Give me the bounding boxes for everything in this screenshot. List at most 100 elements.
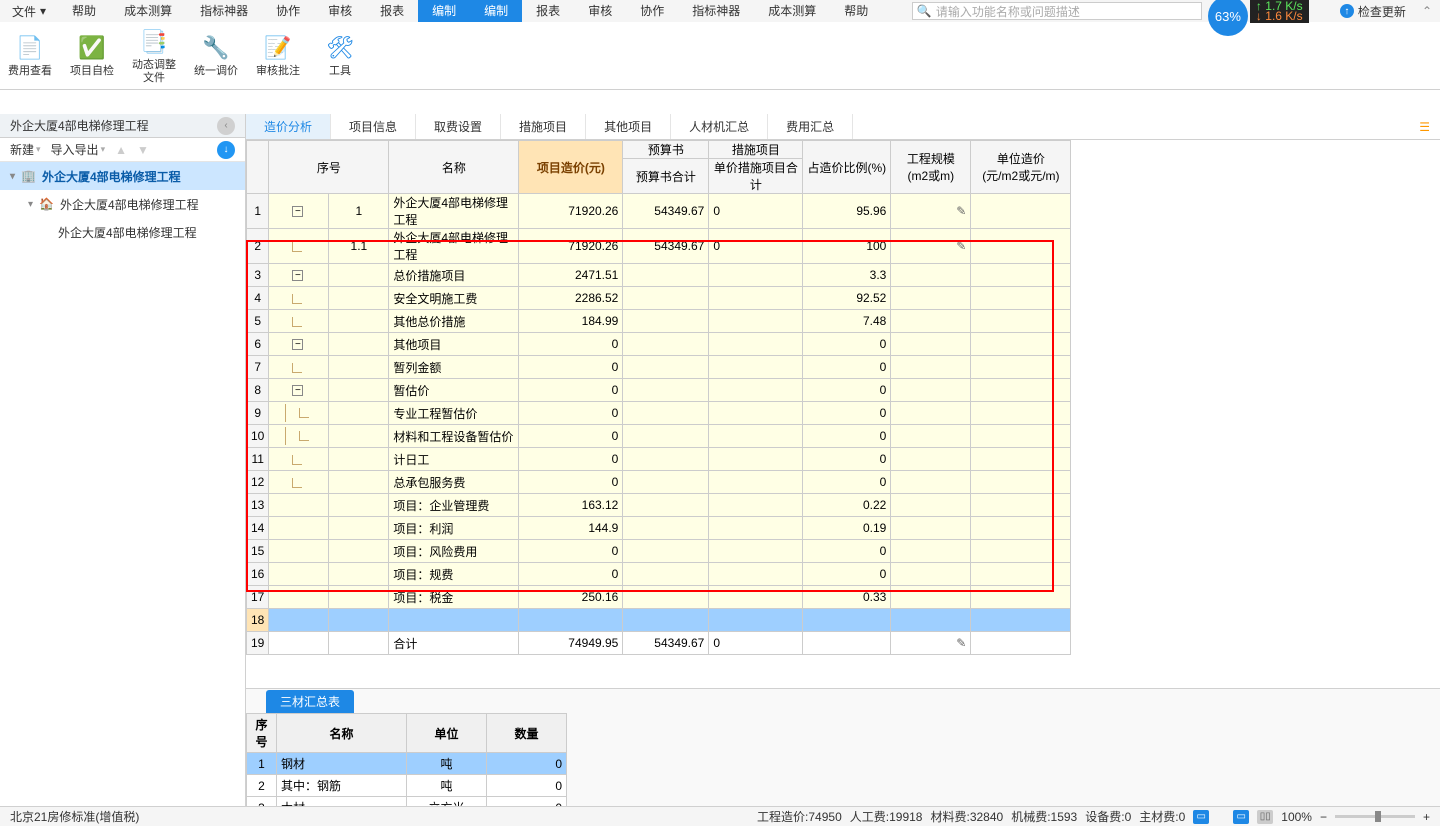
tree-toggle[interactable]: −	[292, 385, 303, 396]
ribbon-4[interactable]: 📝审核批注	[256, 33, 300, 78]
grid-row-13[interactable]: 13项目：企业管理费163.120.22	[247, 494, 1071, 517]
tree-cell	[269, 609, 329, 632]
gm-cell[interactable]	[891, 356, 971, 379]
gm-cell[interactable]	[891, 379, 971, 402]
grid-row-16[interactable]: 16项目：规费00	[247, 563, 1071, 586]
ribbon-2[interactable]: 📑动态调整文件	[132, 27, 176, 85]
menu-0[interactable]: 编制	[470, 0, 522, 22]
ribbon-0[interactable]: 📄费用查看	[8, 33, 52, 78]
zoom-out[interactable]: −	[1320, 810, 1327, 824]
tab-5[interactable]: 人材机汇总	[671, 114, 768, 139]
tab-4[interactable]: 其他项目	[586, 114, 671, 139]
grid-row-7[interactable]: 7暂列金额00	[247, 356, 1071, 379]
gm-cell[interactable]	[891, 494, 971, 517]
edit-icon[interactable]: ✎	[956, 204, 966, 218]
grid-row-8[interactable]: 8−暂估价00	[247, 379, 1071, 402]
menu-审核[interactable]: 审核	[314, 0, 366, 22]
collapse-ribbon-button[interactable]: ⌃	[1414, 4, 1440, 18]
material-row-2[interactable]: 2其中：钢筋吨0	[247, 775, 567, 797]
gm-cell[interactable]	[891, 425, 971, 448]
menu-5[interactable]: 成本测算	[754, 0, 830, 22]
menu-成本测算[interactable]: 成本测算	[110, 0, 186, 22]
grid-row-11[interactable]: 11计日工00	[247, 448, 1071, 471]
menu-4[interactable]: 指标神器	[678, 0, 754, 22]
menu-file[interactable]: 文件▾	[0, 3, 58, 20]
grid-row-15[interactable]: 15项目：风险费用00	[247, 540, 1071, 563]
ribbon-5[interactable]: 🛠工具	[318, 33, 362, 78]
view-icon-3[interactable]: ▯▯	[1257, 810, 1273, 824]
tab-1[interactable]: 项目信息	[331, 114, 416, 139]
tab-2[interactable]: 取费设置	[416, 114, 501, 139]
gm-cell[interactable]	[891, 402, 971, 425]
grid-row-1[interactable]: 1−1外企大厦4部电梯修理工程71920.2654349.67095.96✎	[247, 194, 1071, 229]
grid-row-3[interactable]: 3−总价措施项目2471.513.3	[247, 264, 1071, 287]
up-button[interactable]: ▲	[115, 143, 127, 157]
sync-button[interactable]: ↓	[217, 141, 235, 159]
grid-row-19[interactable]: 19合计74949.9554349.670✎	[247, 632, 1071, 655]
tab-0[interactable]: 造价分析	[246, 114, 331, 139]
gm-cell[interactable]	[891, 563, 971, 586]
menu-报表[interactable]: 报表	[366, 0, 418, 22]
gm-cell[interactable]	[891, 471, 971, 494]
tree-item-2[interactable]: 外企大厦4部电梯修理工程	[0, 218, 245, 246]
grid-row-12[interactable]: 12总承包服务费00	[247, 471, 1071, 494]
grid-row-17[interactable]: 17项目：税金250.160.33	[247, 586, 1071, 609]
grid-row-10[interactable]: 10材料和工程设备暂估价00	[247, 425, 1071, 448]
ribbon-3[interactable]: 🔧统一调价	[194, 33, 238, 78]
collapse-sidebar-button[interactable]: ‹	[217, 117, 235, 135]
ribbon-1[interactable]: ✅项目自检	[70, 33, 114, 78]
gm-cell[interactable]	[891, 264, 971, 287]
gm-cell[interactable]	[891, 609, 971, 632]
edit-icon[interactable]: ✎	[956, 239, 966, 253]
tab-3[interactable]: 措施项目	[501, 114, 586, 139]
zoom-in[interactable]: +	[1423, 810, 1430, 824]
tab-6[interactable]: 费用汇总	[768, 114, 853, 139]
gm-cell[interactable]	[891, 517, 971, 540]
view-icon-1[interactable]: ▭	[1193, 810, 1209, 824]
gm-cell[interactable]	[891, 333, 971, 356]
main-grid-wrap[interactable]: 序号名称项目造价(元)预算书措施项目占造价比例(%)工程规模(m2或m)单位造价…	[246, 140, 1440, 688]
gm-cell[interactable]	[891, 287, 971, 310]
gm-cell[interactable]: ✎	[891, 229, 971, 264]
menu-2[interactable]: 审核	[574, 0, 626, 22]
gm-cell[interactable]	[891, 448, 971, 471]
menu-3[interactable]: 协作	[626, 0, 678, 22]
menu-编制[interactable]: 编制	[418, 0, 470, 22]
check-update-button[interactable]: ↑ 检查更新	[1332, 3, 1414, 20]
menu-1[interactable]: 报表	[522, 0, 574, 22]
dw-cell	[971, 540, 1071, 563]
grid-options-icon[interactable]: ☰	[1409, 114, 1440, 139]
grid-row-4[interactable]: 4安全文明施工费2286.5292.52	[247, 287, 1071, 310]
grid-row-18[interactable]: 18	[247, 609, 1071, 632]
main-grid[interactable]: 序号名称项目造价(元)预算书措施项目占造价比例(%)工程规模(m2或m)单位造价…	[246, 140, 1071, 655]
grid-row-5[interactable]: 5其他总价措施184.997.48	[247, 310, 1071, 333]
bottom-tab-materials[interactable]: 三材汇总表	[266, 690, 354, 713]
gm-cell[interactable]: ✎	[891, 632, 971, 655]
zoom-slider[interactable]	[1335, 815, 1415, 818]
edit-icon[interactable]: ✎	[956, 636, 966, 650]
gm-cell[interactable]: ✎	[891, 194, 971, 229]
gm-cell[interactable]	[891, 540, 971, 563]
tree-toggle[interactable]: −	[292, 339, 303, 350]
bottom-grid[interactable]: 序号名称单位数量1钢材吨02其中：钢筋吨03木材立方米0	[246, 713, 567, 819]
grid-row-6[interactable]: 6−其他项目00	[247, 333, 1071, 356]
tree-toggle[interactable]: −	[292, 206, 303, 217]
import-export-button[interactable]: 导入导出▾	[51, 141, 106, 158]
tree-item-0[interactable]: ▾🏢外企大厦4部电梯修理工程	[0, 162, 245, 190]
tree-item-1[interactable]: ▾🏠外企大厦4部电梯修理工程	[0, 190, 245, 218]
tree-toggle[interactable]: −	[292, 270, 303, 281]
menu-协作[interactable]: 协作	[262, 0, 314, 22]
search-input[interactable]: 🔍 请输入功能名称或问题描述	[912, 2, 1202, 20]
new-button[interactable]: 新建▾	[10, 141, 41, 158]
gm-cell[interactable]	[891, 586, 971, 609]
menu-帮助[interactable]: 帮助	[58, 0, 110, 22]
menu-6[interactable]: 帮助	[830, 0, 882, 22]
grid-row-2[interactable]: 21.1外企大厦4部电梯修理工程71920.2654349.670100✎	[247, 229, 1071, 264]
material-row-1[interactable]: 1钢材吨0	[247, 753, 567, 775]
grid-row-9[interactable]: 9专业工程暂估价00	[247, 402, 1071, 425]
down-button[interactable]: ▼	[137, 143, 149, 157]
view-icon-2[interactable]: ▭	[1233, 810, 1249, 824]
grid-row-14[interactable]: 14项目：利润144.90.19	[247, 517, 1071, 540]
gm-cell[interactable]	[891, 310, 971, 333]
menu-指标神器[interactable]: 指标神器	[186, 0, 262, 22]
